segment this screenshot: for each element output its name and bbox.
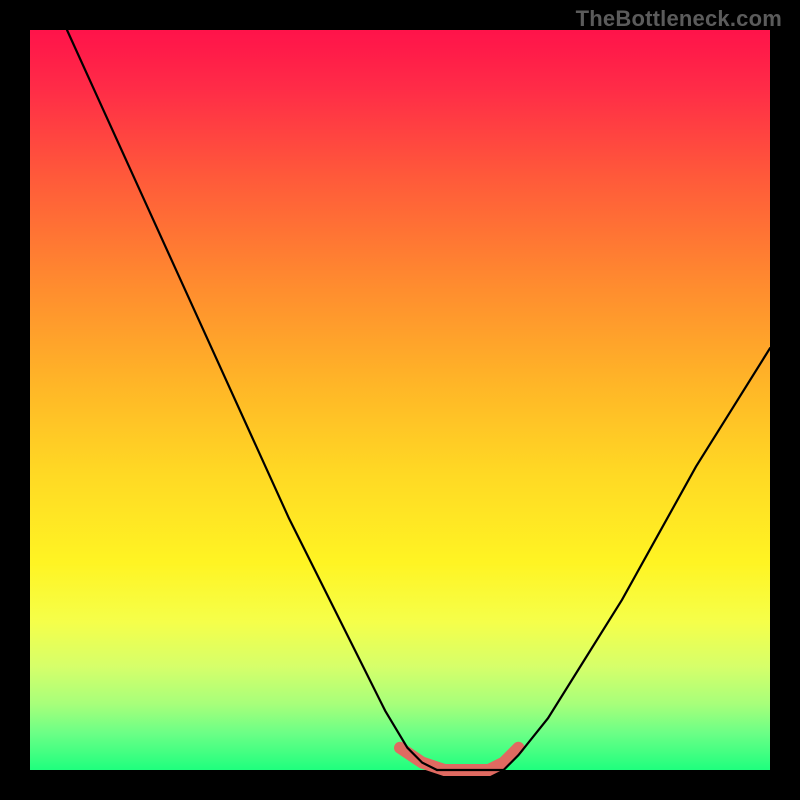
chart-stage: TheBottleneck.com xyxy=(0,0,800,800)
plot-area xyxy=(30,30,770,770)
curve-layer xyxy=(30,30,770,770)
curve-right-branch xyxy=(504,348,770,770)
watermark-text: TheBottleneck.com xyxy=(576,6,782,32)
curve-left-branch xyxy=(67,30,437,770)
